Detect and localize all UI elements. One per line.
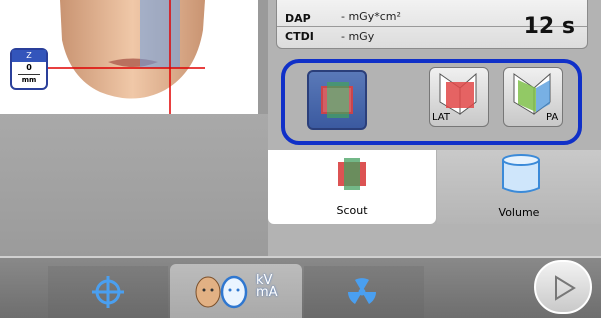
radiation-tab[interactable] bbox=[304, 266, 424, 318]
positioning-tab[interactable] bbox=[48, 266, 168, 318]
tab-scout[interactable]: Scout bbox=[268, 150, 436, 224]
dap-value: - mGy*cm² bbox=[341, 10, 401, 23]
z-unit: mm bbox=[18, 74, 40, 85]
patient-heads-icon bbox=[195, 275, 248, 309]
patient-exposure-tab[interactable] bbox=[170, 264, 302, 318]
z-value: 0 bbox=[26, 63, 32, 72]
scout-icon bbox=[338, 158, 366, 190]
z-axis-label: Z bbox=[12, 50, 46, 62]
play-next-icon bbox=[555, 275, 576, 301]
dose-display: DAP - mGy*cm² CTDI - mGy 12 s bbox=[276, 0, 588, 49]
scout-projection-icon bbox=[321, 82, 353, 118]
pa-label: PA bbox=[546, 112, 559, 123]
toolbar-divider bbox=[0, 256, 601, 258]
radiation-icon bbox=[348, 278, 376, 304]
z-position-indicator: Z 0 mm bbox=[10, 48, 48, 90]
scout-projection-button[interactable] bbox=[307, 70, 367, 130]
pa-projection-button[interactable]: PA bbox=[503, 67, 563, 127]
tab-volume-label: Volume bbox=[498, 206, 540, 219]
ctdi-value: - mGy bbox=[341, 30, 375, 43]
crosshair-target-icon bbox=[92, 276, 124, 308]
lat-projection-button[interactable]: LAT bbox=[429, 67, 489, 127]
left-background bbox=[0, 114, 268, 256]
kv-ma-label: kV mA bbox=[256, 274, 278, 300]
tab-volume[interactable]: Volume bbox=[437, 150, 601, 224]
ctdi-label: CTDI bbox=[285, 30, 314, 43]
next-button[interactable] bbox=[534, 260, 592, 314]
lat-label: LAT bbox=[432, 112, 450, 123]
cylinder-volume-icon bbox=[502, 154, 540, 193]
tab-scout-label: Scout bbox=[336, 204, 368, 217]
ma-label: mA bbox=[256, 285, 278, 300]
dap-label: DAP bbox=[285, 12, 311, 25]
exposure-time: 12 s bbox=[523, 14, 575, 39]
